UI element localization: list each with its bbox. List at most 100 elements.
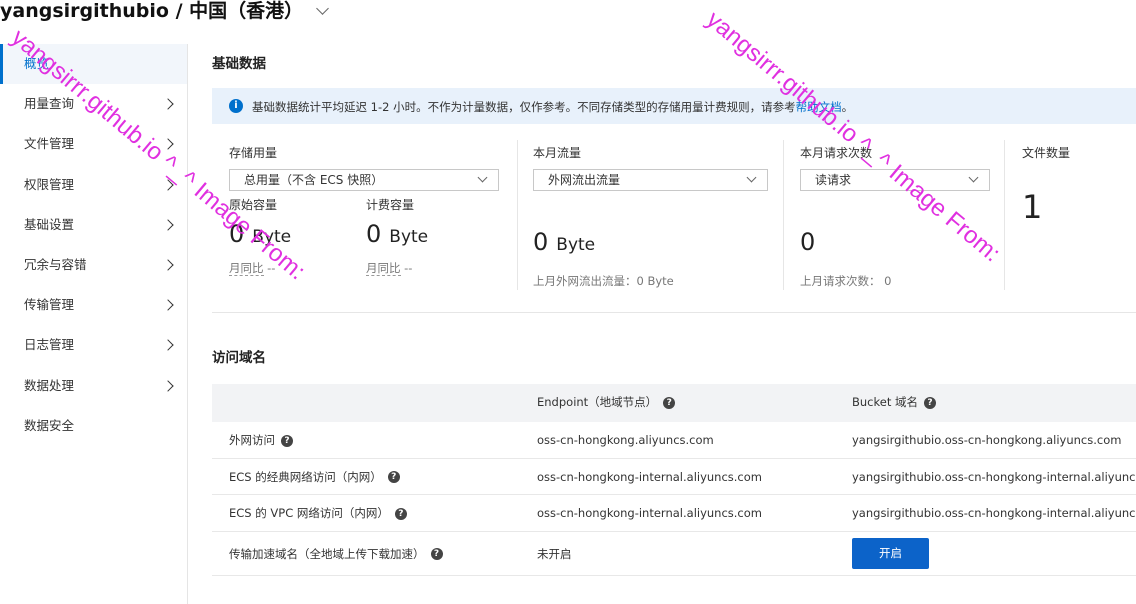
request-type-value: 读请求: [815, 173, 852, 187]
table-row: 传输加速域名（全地域上传下载加速）? 未开启 开启: [212, 532, 1136, 576]
raw-capacity-unit: Byte: [252, 227, 292, 247]
chevron-down-icon: [477, 172, 488, 183]
sidebar-item-files[interactable]: 文件管理: [0, 124, 187, 164]
chevron-right-icon: [162, 219, 174, 231]
requests-label: 本月请求次数: [800, 146, 873, 160]
info-icon: i: [229, 99, 243, 113]
row-bucket-domain: yangsirgithubio.oss-cn-hongkong-internal…: [852, 506, 1136, 520]
row-name-label: ECS 的 VPC 网络访问（内网）: [229, 506, 389, 520]
help-icon[interactable]: ?: [394, 507, 407, 520]
help-icon[interactable]: ?: [281, 434, 293, 447]
traffic-type-value: 外网流出流量: [548, 173, 621, 187]
request-type-select[interactable]: 读请求: [800, 169, 990, 191]
table-row: ECS 的 VPC 网络访问（内网）? oss-cn-hongkong-inte…: [212, 495, 1136, 532]
region-name: 中国（香港）: [189, 0, 304, 22]
sidebar-item-label: 数据处理: [24, 377, 75, 393]
row-endpoint: oss-cn-hongkong-internal.aliyuncs.com: [537, 506, 762, 520]
chevron-down-icon: [746, 172, 757, 183]
sidebar-item-redundancy[interactable]: 冗余与容错: [0, 245, 187, 285]
table-header-bucket-domain: Bucket 域名?: [852, 384, 1136, 422]
row-endpoint: oss-cn-hongkong.aliyuncs.com: [537, 433, 714, 447]
raw-yoy-label: 月同比: [229, 261, 264, 276]
page-header: yangsirgithubio / 中国（香港）: [0, 0, 1136, 30]
billing-yoy-label: 月同比: [366, 261, 401, 276]
storage-type-value: 总用量（不含 ECS 快照）: [244, 173, 384, 187]
billing-capacity-label: 计费容量: [366, 198, 415, 212]
traffic-unit: Byte: [556, 235, 596, 255]
metrics-panel: 存储用量 总用量（不含 ECS 快照） 原始容量 计费容量 0 Byte 0 Byt…: [212, 140, 1136, 310]
sidebar-item-data-security[interactable]: 数据安全: [0, 406, 187, 446]
storage-metric: 存储用量 总用量（不含 ECS 快照） 原始容量 计费容量 0 Byte 0 Byt…: [212, 140, 517, 290]
domain-table: Endpoint（地域节点）? Bucket 域名? 外网访问? oss-cn-…: [212, 384, 1136, 576]
help-icon[interactable]: ?: [387, 471, 400, 483]
chevron-right-icon: [162, 98, 174, 110]
requests-value: 0: [800, 228, 816, 256]
info-message: 基础数据统计平均延迟 1-2 小时。不作为计量数据，仅作参考。不同存储类型的存储…: [252, 100, 796, 114]
chevron-right-icon: [162, 299, 174, 311]
storage-label: 存储用量: [229, 146, 278, 160]
sidebar-item-permissions[interactable]: 权限管理: [0, 165, 187, 205]
help-icon[interactable]: ?: [924, 396, 936, 409]
sidebar-item-label: 文件管理: [24, 136, 75, 152]
sidebar-item-label: 基础设置: [24, 216, 75, 232]
chevron-down-icon: [968, 172, 979, 183]
billing-capacity-value: 0 Byte: [366, 220, 428, 248]
table-header-name: [229, 384, 529, 422]
sidebar-item-label: 数据安全: [24, 417, 75, 433]
row-endpoint: oss-cn-hongkong-internal.aliyuncs.com: [537, 469, 762, 484]
file-count-value: 1: [1022, 188, 1043, 226]
file-count-label: 文件数量: [1022, 146, 1071, 160]
requests-metric: 本月请求次数 读请求 0 上月请求次数： 0: [783, 140, 1004, 290]
sidebar-item-label: 日志管理: [24, 337, 75, 353]
help-doc-link[interactable]: 帮助文档: [796, 100, 842, 114]
sidebar-item-data-processing[interactable]: 数据处理: [0, 366, 187, 406]
info-text: 基础数据统计平均延迟 1-2 小时。不作为计量数据，仅作参考。不同存储类型的存储…: [252, 99, 853, 115]
bucket-domain-header-label: Bucket 域名: [852, 395, 918, 409]
row-name-label: 传输加速域名（全地域上传下载加速）: [229, 546, 425, 561]
title-separator: /: [168, 0, 190, 22]
row-bucket-domain: yangsirgithubio.oss-cn-hongkong-internal…: [852, 469, 1136, 484]
raw-yoy-value: --: [267, 261, 276, 275]
row-name: ECS 的经典网络访问（内网）?: [229, 459, 529, 495]
row-name: ECS 的 VPC 网络访问（内网）?: [229, 495, 529, 531]
billing-capacity-number: 0: [366, 220, 382, 248]
row-name: 外网访问?: [229, 422, 529, 458]
row-name-label: ECS 的经典网络访问（内网）: [229, 469, 382, 484]
row-bucket-domain: yangsirgithubio.oss-cn-hongkong.aliyuncs…: [852, 433, 1122, 447]
traffic-metric: 本月流量 外网流出流量 0 Byte 上月外网流出流量：0 Byte: [517, 140, 783, 290]
enable-acceleration-button[interactable]: 开启: [852, 537, 929, 569]
chevron-right-icon: [162, 259, 174, 271]
sidebar-item-basic-settings[interactable]: 基础设置: [0, 205, 187, 245]
table-header-row: Endpoint（地域节点）? Bucket 域名?: [212, 384, 1136, 422]
chevron-right-icon: [162, 379, 174, 392]
sidebar-item-logs[interactable]: 日志管理: [0, 325, 187, 365]
sidebar-item-transfer[interactable]: 传输管理: [0, 285, 187, 325]
bucket-switcher[interactable]: yangsirgithubio / 中国（香港）: [0, 0, 329, 23]
raw-capacity-label: 原始容量: [229, 198, 278, 212]
table-header-endpoint: Endpoint（地域节点）?: [537, 384, 849, 422]
traffic-type-select[interactable]: 外网流出流量: [533, 169, 768, 191]
chevron-down-icon[interactable]: [315, 2, 329, 15]
sidebar-item-label: 冗余与容错: [24, 256, 87, 272]
sidebar-item-label: 传输管理: [24, 297, 75, 313]
requests-last-month: 上月请求次数： 0: [800, 274, 892, 288]
bucket-name: yangsirgithubio: [0, 0, 169, 22]
file-count-metric: 文件数量 1: [1004, 140, 1136, 290]
help-icon[interactable]: ?: [663, 396, 676, 409]
sidebar-item-usage[interactable]: 用量查询: [0, 84, 187, 124]
section-divider: [212, 312, 1136, 313]
traffic-last-month: 上月外网流出流量：0 Byte: [533, 274, 674, 288]
help-icon[interactable]: ?: [430, 548, 443, 560]
section-title-basic-data: 基础数据: [212, 56, 266, 72]
billing-capacity-unit: Byte: [389, 227, 429, 247]
info-suffix: 。: [841, 100, 854, 114]
row-name-label: 外网访问: [229, 433, 275, 447]
storage-type-select[interactable]: 总用量（不含 ECS 快照）: [229, 169, 499, 191]
row-endpoint: 未开启: [537, 546, 572, 561]
sidebar-item-label: 概览: [24, 56, 50, 71]
sidebar-item-label: 用量查询: [24, 96, 75, 112]
sidebar-item-overview[interactable]: 概览: [0, 44, 187, 85]
section-title-domains: 访问域名: [212, 350, 266, 366]
raw-capacity-value: 0 Byte: [229, 220, 291, 248]
table-row: 外网访问? oss-cn-hongkong.aliyuncs.com yangs…: [212, 422, 1136, 459]
